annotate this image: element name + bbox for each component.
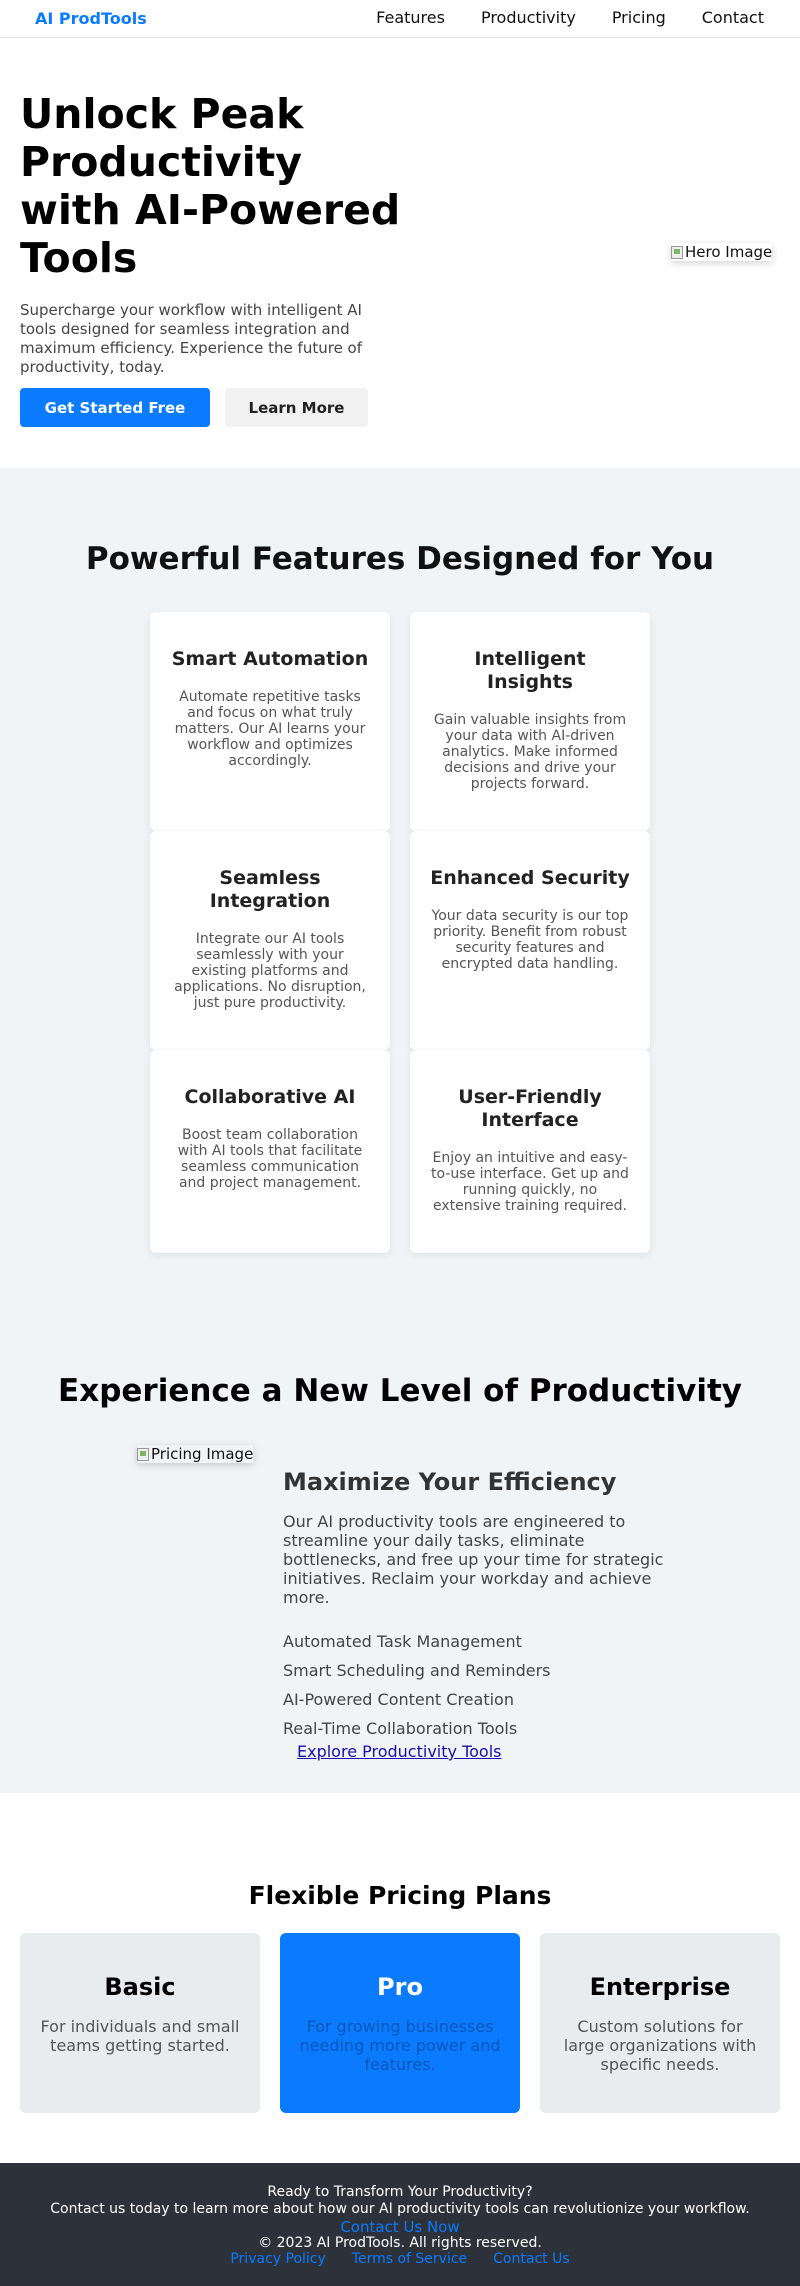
feature-text: Automate repetitive tasks and focus on w… bbox=[174, 689, 366, 769]
productivity-image: Pricing Image bbox=[137, 1445, 253, 1463]
plan-name: Basic bbox=[104, 1973, 176, 2001]
pricing-section: Flexible Pricing Plans Basic For individ… bbox=[0, 1793, 800, 2163]
feature-title: Seamless Integration bbox=[209, 867, 331, 912]
site-footer: Ready to Transform Your Productivity? Co… bbox=[0, 2163, 800, 2286]
learn-more-button[interactable]: Learn More bbox=[225, 388, 368, 427]
plan-text: For growing businesses needing more powe… bbox=[299, 2017, 501, 2074]
footer-text: Contact us today to learn more about how… bbox=[50, 2201, 750, 2217]
list-item: Real-Time Collaboration Tools bbox=[283, 1719, 518, 1738]
hero-image: Hero Image bbox=[671, 243, 772, 261]
feature-text: Gain valuable insights from your data wi… bbox=[433, 712, 627, 792]
plan-text: Custom solutions for large organizations… bbox=[563, 2017, 757, 2074]
plan-name: Enterprise bbox=[589, 1973, 731, 2001]
footer-title: Ready to Transform Your Productivity? bbox=[267, 2184, 533, 2200]
productivity-list: Automated Task Management Smart Scheduli… bbox=[283, 1627, 551, 1743]
productivity-image-alt: Pricing Image bbox=[151, 1445, 254, 1463]
feature-card: User-Friendly Interface Enjoy an intuiti… bbox=[410, 1050, 650, 1253]
feature-card: Seamless Integration Integrate our AI to… bbox=[150, 831, 390, 1050]
main-nav: Features Productivity Pricing Contact bbox=[376, 8, 764, 27]
productivity-section: Experience a New Level of Productivity P… bbox=[0, 1353, 800, 1793]
site-header: AI ProdTools Features Productivity Prici… bbox=[0, 0, 800, 38]
explore-tools-link[interactable]: Explore Productivity Tools bbox=[297, 1742, 501, 1761]
hero-subtitle: Supercharge your workflow with intellige… bbox=[20, 301, 363, 376]
terms-of-service-link[interactable]: Terms of Service bbox=[352, 2251, 467, 2267]
plan-pro-card[interactable]: Pro For growing businesses needing more … bbox=[280, 1933, 520, 2113]
get-started-button[interactable]: Get Started Free bbox=[20, 388, 210, 427]
plan-name: Pro bbox=[377, 1973, 423, 2001]
feature-text: Your data security is our top priority. … bbox=[431, 908, 629, 972]
feature-card: Smart Automation Automate repetitive tas… bbox=[150, 612, 390, 831]
copyright: © 2023 AI ProdTools. All rights reserved… bbox=[258, 2235, 542, 2251]
feature-title: Collaborative AI bbox=[184, 1086, 356, 1108]
feature-card: Collaborative AI Boost team collaboratio… bbox=[150, 1050, 390, 1253]
plan-text: For individuals and small teams getting … bbox=[40, 2017, 240, 2055]
list-item: Automated Task Management bbox=[283, 1632, 522, 1651]
privacy-policy-link[interactable]: Privacy Policy bbox=[230, 2251, 325, 2267]
nav-contact[interactable]: Contact bbox=[702, 8, 764, 27]
contact-us-link[interactable]: Contact Us bbox=[493, 2251, 569, 2267]
contact-us-now-link[interactable]: Contact Us Now bbox=[0, 2218, 800, 2236]
list-item: Smart Scheduling and Reminders bbox=[283, 1661, 551, 1680]
features-section: Powerful Features Designed for You Smart… bbox=[0, 468, 800, 1353]
productivity-subheading: Maximize Your Efficiency bbox=[283, 1468, 617, 1496]
footer-links: Privacy Policy Terms of Service Contact … bbox=[0, 2251, 800, 2267]
pricing-heading: Flexible Pricing Plans bbox=[248, 1881, 552, 1910]
broken-image-icon bbox=[137, 1447, 149, 1461]
nav-productivity[interactable]: Productivity bbox=[481, 8, 576, 27]
logo[interactable]: AI ProdTools bbox=[35, 9, 147, 28]
hero-image-alt: Hero Image bbox=[685, 243, 773, 261]
feature-title: Intelligent Insights bbox=[474, 648, 586, 693]
feature-card: Enhanced Security Your data security is … bbox=[410, 831, 650, 1050]
hero-section: Unlock Peak Productivity with AI-Powered… bbox=[0, 38, 800, 468]
plan-basic-card[interactable]: Basic For individuals and small teams ge… bbox=[20, 1933, 260, 2113]
feature-title: User-Friendly Interface bbox=[458, 1086, 602, 1131]
hero-title: Unlock Peak Productivity with AI-Powered… bbox=[20, 90, 401, 282]
nav-pricing[interactable]: Pricing bbox=[612, 8, 666, 27]
feature-title: Smart Automation bbox=[171, 648, 369, 670]
feature-title: Enhanced Security bbox=[430, 867, 630, 889]
feature-text: Enjoy an intuitive and easy-to-use inter… bbox=[431, 1150, 629, 1214]
productivity-text: Our AI productivity tools are engineered… bbox=[283, 1512, 664, 1607]
feature-text: Integrate our AI tools seamlessly with y… bbox=[174, 931, 366, 1011]
nav-features[interactable]: Features bbox=[376, 8, 445, 27]
plan-enterprise-card[interactable]: Enterprise Custom solutions for large or… bbox=[540, 1933, 780, 2113]
productivity-heading: Experience a New Level of Productivity bbox=[58, 1373, 742, 1409]
feature-card: Intelligent Insights Gain valuable insig… bbox=[410, 612, 650, 831]
broken-image-icon bbox=[671, 245, 683, 259]
feature-text: Boost team collaboration with AI tools t… bbox=[177, 1127, 363, 1191]
features-heading: Powerful Features Designed for You bbox=[85, 541, 715, 577]
list-item: AI-Powered Content Creation bbox=[283, 1690, 514, 1709]
